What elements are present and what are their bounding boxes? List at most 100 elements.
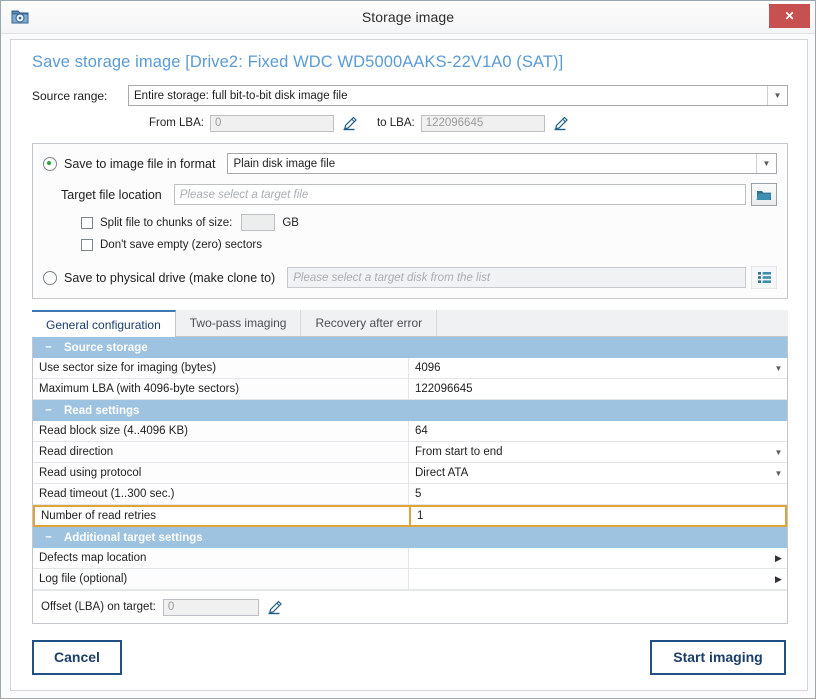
list-icon[interactable] bbox=[751, 266, 777, 289]
save-to-image-radio[interactable] bbox=[43, 156, 57, 171]
collapse-icon[interactable]: – bbox=[44, 531, 53, 544]
tab-recovery-after-error[interactable]: Recovery after error bbox=[301, 310, 438, 336]
tab-label: General configuration bbox=[46, 317, 161, 332]
collapse-icon[interactable]: – bbox=[44, 341, 53, 354]
from-lba-input[interactable]: 0 bbox=[209, 114, 334, 132]
save-to-drive-row: Save to physical drive (make clone to) P… bbox=[43, 266, 777, 289]
offset-pencil-icon[interactable] bbox=[262, 598, 288, 616]
settings-property-grid: – Source storage Use sector size for ima… bbox=[32, 337, 788, 624]
offset-input[interactable]: 0 bbox=[162, 598, 259, 616]
read-retries-input[interactable]: 1 bbox=[409, 507, 785, 525]
to-lba-label: to LBA: bbox=[376, 117, 415, 129]
section-header-additional-target-settings[interactable]: – Additional target settings bbox=[33, 527, 787, 548]
row-value-cell[interactable]: ▶ bbox=[409, 548, 787, 568]
chunk-size-input[interactable] bbox=[241, 214, 276, 231]
chevron-down-icon[interactable]: ▼ bbox=[770, 448, 787, 457]
tab-two-pass-imaging[interactable]: Two-pass imaging bbox=[175, 310, 302, 336]
chevron-down-icon[interactable]: ▼ bbox=[770, 364, 787, 373]
storage-image-dialog: Storage image ✕ Save storage image [Driv… bbox=[0, 0, 816, 699]
disk-folder-icon bbox=[10, 7, 30, 27]
tab-general-configuration[interactable]: General configuration bbox=[32, 310, 176, 337]
offset-label: Offset (LBA) on target: bbox=[41, 601, 156, 613]
row-defects-map-location[interactable]: Defects map location ▶ bbox=[33, 548, 787, 569]
split-file-row: Split file to chunks of size: GB bbox=[43, 214, 777, 231]
dialog-footer: Cancel Start imaging bbox=[11, 639, 807, 675]
split-file-checkbox[interactable] bbox=[81, 216, 93, 229]
chevron-down-icon[interactable]: ▼ bbox=[770, 469, 787, 478]
image-format-select[interactable]: Plain disk image file ▼ bbox=[227, 153, 777, 174]
to-lba-input[interactable]: 122096645 bbox=[420, 114, 545, 132]
source-range-value: Entire storage: full bit-to-bit disk ima… bbox=[134, 89, 348, 102]
row-label: Number of read retries bbox=[35, 507, 409, 525]
row-maximum-lba[interactable]: Maximum LBA (with 4096-byte sectors) 122… bbox=[33, 379, 787, 400]
section-header-source-storage[interactable]: – Source storage bbox=[33, 337, 787, 358]
source-range-row: Source range: Entire storage: full bit-t… bbox=[32, 85, 788, 106]
split-file-label: Split file to chunks of size: bbox=[100, 216, 233, 229]
row-read-direction[interactable]: Read direction From start to end ▼ bbox=[33, 442, 787, 463]
section-header-read-settings[interactable]: – Read settings bbox=[33, 400, 787, 421]
target-disk-input[interactable]: Please select a target disk from the lis… bbox=[287, 267, 746, 288]
section-title: Additional target settings bbox=[64, 531, 203, 544]
title-bar: Storage image ✕ bbox=[1, 1, 815, 34]
row-value-cell[interactable]: 4096 ▼ bbox=[409, 358, 787, 378]
row-label: Defects map location bbox=[33, 548, 409, 568]
row-value: 64 bbox=[415, 425, 428, 437]
row-use-sector-size[interactable]: Use sector size for imaging (bytes) 4096… bbox=[33, 358, 787, 379]
dialog-body: Save storage image [Drive2: Fixed WDC WD… bbox=[10, 39, 808, 691]
from-lba-pencil-icon[interactable] bbox=[337, 114, 363, 132]
chevron-down-icon[interactable]: ▼ bbox=[756, 154, 776, 173]
row-read-block-size[interactable]: Read block size (4..4096 KB) 64 bbox=[33, 421, 787, 442]
chevron-right-icon[interactable]: ▶ bbox=[770, 574, 787, 585]
save-to-image-label: Save to image file in format bbox=[64, 156, 216, 171]
tab-label: Two-pass imaging bbox=[189, 316, 287, 330]
chunk-size-unit: GB bbox=[282, 216, 299, 229]
row-value-cell[interactable]: 5 bbox=[409, 484, 787, 504]
row-value: 4096 bbox=[415, 362, 441, 374]
from-lba-label: From LBA: bbox=[149, 117, 204, 129]
row-read-timeout[interactable]: Read timeout (1..300 sec.) 5 bbox=[33, 484, 787, 505]
image-format-value: Plain disk image file bbox=[233, 157, 336, 170]
section-title: Read settings bbox=[64, 404, 140, 417]
row-value-cell[interactable]: From start to end ▼ bbox=[409, 442, 787, 462]
target-file-label: Target file location bbox=[61, 187, 162, 202]
row-label: Read timeout (1..300 sec.) bbox=[33, 484, 409, 504]
chevron-right-icon[interactable]: ▶ bbox=[770, 553, 787, 564]
tab-strip: General configuration Two-pass imaging R… bbox=[32, 310, 788, 337]
collapse-icon[interactable]: – bbox=[44, 404, 53, 417]
skip-empty-checkbox[interactable] bbox=[81, 239, 93, 251]
tab-strip-filler bbox=[437, 310, 788, 336]
target-file-row: Target file location Please select a tar… bbox=[43, 183, 777, 206]
row-read-protocol[interactable]: Read using protocol Direct ATA ▼ bbox=[33, 463, 787, 484]
close-icon[interactable]: ✕ bbox=[769, 4, 810, 28]
row-value: Direct ATA bbox=[415, 467, 469, 479]
row-value-cell[interactable]: ▶ bbox=[409, 569, 787, 589]
lba-range-row: From LBA: 0 to LBA: 122096645 bbox=[149, 114, 807, 132]
target-group: Save to image file in format Plain disk … bbox=[32, 143, 788, 299]
save-to-drive-radio[interactable] bbox=[43, 270, 57, 285]
skip-empty-label: Don't save empty (zero) sectors bbox=[100, 239, 262, 251]
row-label: Maximum LBA (with 4096-byte sectors) bbox=[33, 379, 409, 399]
open-folder-icon[interactable] bbox=[751, 183, 777, 206]
window-title: Storage image bbox=[361, 9, 455, 25]
row-number-of-read-retries[interactable]: Number of read retries 1 bbox=[33, 505, 787, 527]
row-value-cell[interactable]: 64 bbox=[409, 421, 787, 441]
row-label: Read block size (4..4096 KB) bbox=[33, 421, 409, 441]
row-value-cell: 122096645 bbox=[409, 379, 787, 399]
row-value: 1 bbox=[417, 510, 424, 522]
page-title: Save storage image [Drive2: Fixed WDC WD… bbox=[32, 53, 564, 71]
chevron-down-icon[interactable]: ▼ bbox=[767, 86, 787, 105]
row-value: From start to end bbox=[415, 446, 503, 458]
cancel-button[interactable]: Cancel bbox=[32, 639, 122, 675]
section-title: Source storage bbox=[64, 341, 148, 354]
offset-row: Offset (LBA) on target: 0 bbox=[33, 590, 787, 623]
target-file-input[interactable]: Please select a target file bbox=[173, 184, 746, 205]
row-label: Use sector size for imaging (bytes) bbox=[33, 358, 409, 378]
to-lba-pencil-icon[interactable] bbox=[548, 114, 574, 132]
save-to-image-row[interactable]: Save to image file in format Plain disk … bbox=[43, 153, 777, 174]
row-value: 122096645 bbox=[415, 383, 473, 395]
start-imaging-button[interactable]: Start imaging bbox=[650, 639, 786, 675]
source-range-select[interactable]: Entire storage: full bit-to-bit disk ima… bbox=[128, 85, 788, 106]
row-label: Read direction bbox=[33, 442, 409, 462]
row-log-file[interactable]: Log file (optional) ▶ bbox=[33, 569, 787, 590]
row-value-cell[interactable]: Direct ATA ▼ bbox=[409, 463, 787, 483]
